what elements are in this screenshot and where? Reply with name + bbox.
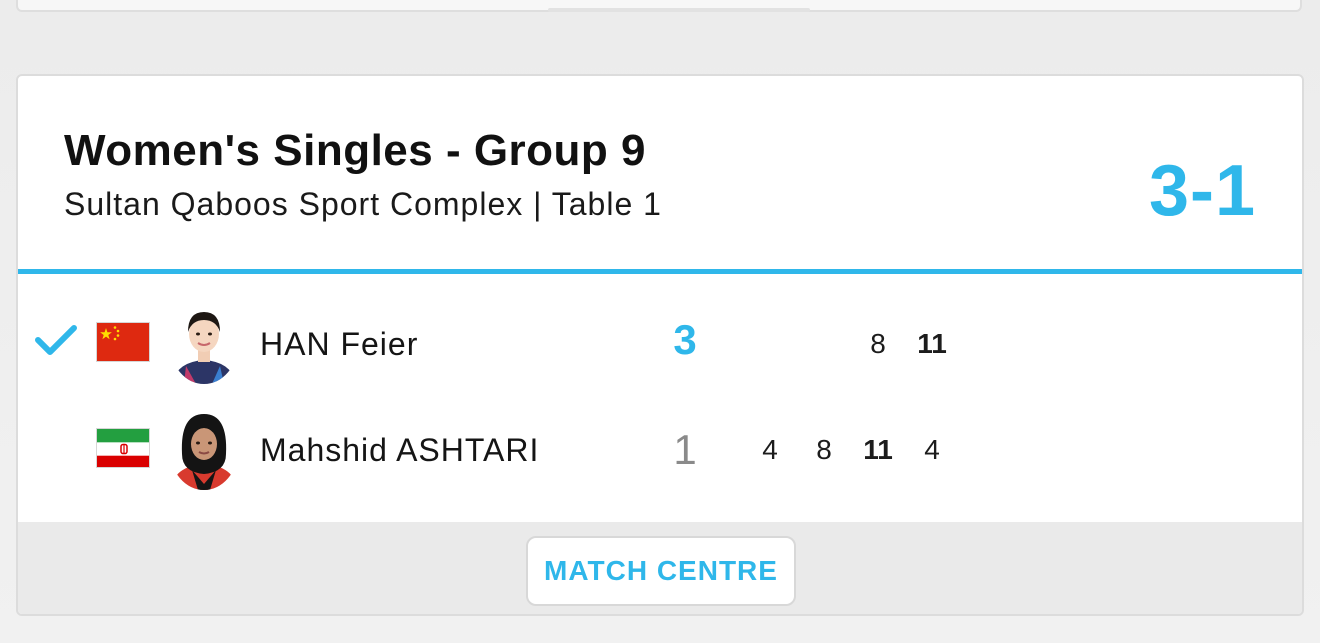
game-score: 4 bbox=[924, 434, 940, 465]
event-title: Women's Singles - Group 9 bbox=[64, 126, 647, 175]
card-footer: MATCH CENTRE bbox=[18, 522, 1302, 614]
venue-label: Sultan Qaboos Sport Complex | Table 1 bbox=[64, 186, 662, 222]
previous-match-card bbox=[16, 0, 1302, 12]
games-won: 3 bbox=[673, 316, 697, 363]
player-row: HAN Feier 3 8 11 bbox=[18, 292, 1302, 392]
match-header: Women's Singles - Group 9 Sultan Qaboos … bbox=[18, 76, 1302, 274]
winner-check-icon bbox=[35, 325, 77, 355]
player-row: Mahshid ASHTARI 1 4 8 11 4 bbox=[18, 398, 1302, 498]
match-card: Women's Singles - Group 9 Sultan Qaboos … bbox=[16, 74, 1304, 616]
games-won: 1 bbox=[673, 426, 697, 473]
match-centre-button[interactable]: MATCH CENTRE bbox=[526, 536, 796, 606]
player-name[interactable]: HAN Feier bbox=[260, 326, 418, 363]
game-score: 11 bbox=[863, 434, 893, 465]
game-score: 8 bbox=[816, 434, 832, 465]
iran-flag-icon bbox=[96, 428, 150, 468]
china-flag-icon bbox=[96, 322, 150, 362]
page: Women's Singles - Group 9 Sultan Qaboos … bbox=[0, 0, 1320, 643]
previous-card-button-edge[interactable] bbox=[548, 8, 810, 12]
player-avatar bbox=[170, 410, 238, 490]
player-avatar bbox=[170, 304, 238, 384]
game-score: 11 bbox=[917, 328, 947, 359]
game-score: 8 bbox=[870, 328, 886, 359]
final-score: 3-1 bbox=[1148, 151, 1256, 231]
player-name[interactable]: Mahshid ASHTARI bbox=[260, 432, 539, 469]
game-score: 4 bbox=[762, 434, 778, 465]
